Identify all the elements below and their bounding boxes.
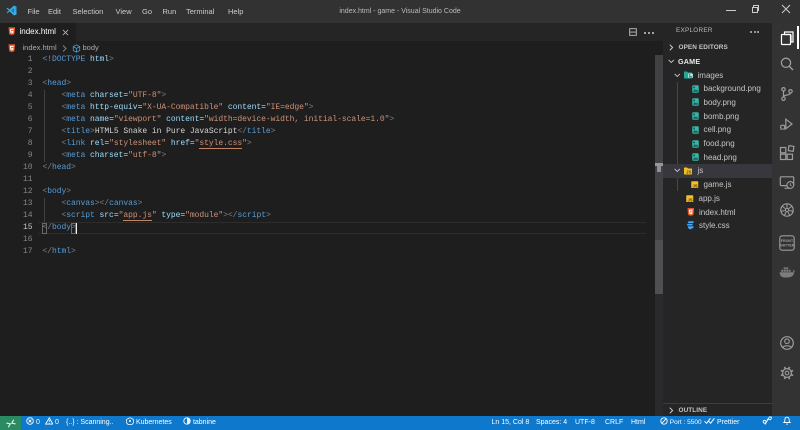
svg-text:JS: JS	[686, 169, 692, 174]
svg-text:MATTER: MATTER	[779, 244, 794, 248]
svg-text:FRONT: FRONT	[780, 239, 793, 243]
svg-text:JS: JS	[693, 183, 698, 188]
svg-text:JS: JS	[688, 197, 693, 202]
